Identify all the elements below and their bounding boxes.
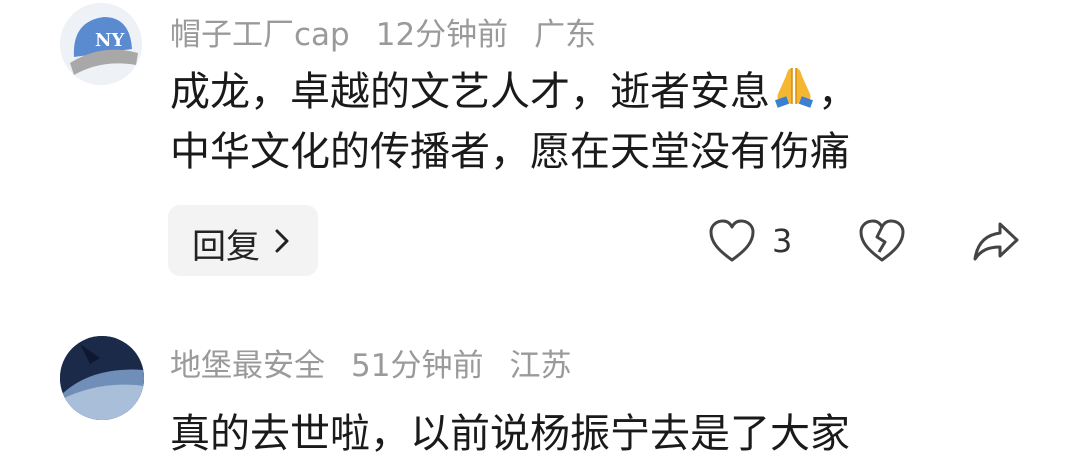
avatar[interactable]: NY	[60, 3, 142, 85]
location: 广东	[534, 17, 597, 53]
comment-item: 地堡最安全 51分钟前 江苏 真的去世啦，以前说杨振宁去是了大家	[0, 300, 1080, 457]
location: 江苏	[509, 348, 572, 384]
share-arrow-icon[interactable]	[972, 218, 1020, 264]
broken-heart-icon[interactable]	[858, 218, 906, 264]
comment-text-line: 成龙，卓越的文艺人才，逝者安息 ，	[170, 62, 858, 122]
comment-text: 真的去世啦，以前说杨振宁去是了大家	[170, 404, 850, 464]
reply-button[interactable]: 回复	[168, 205, 318, 276]
comment-text: 成龙，卓越的文艺人才，逝者安息 ， 中华文化的传播者，愿在天堂没有伤痛	[170, 62, 858, 182]
reply-label: 回复	[192, 227, 260, 267]
comment-text-line: 中华文化的传播者，愿在天堂没有伤痛	[170, 129, 850, 175]
timestamp: 51分钟前	[351, 348, 484, 384]
like-count: 3	[772, 222, 793, 260]
heart-icon[interactable]	[708, 218, 756, 264]
username[interactable]: 帽子工厂cap	[170, 17, 350, 53]
comment-meta: 地堡最安全 51分钟前 江苏	[170, 340, 597, 385]
avatar-image	[60, 336, 144, 420]
comment-item: NY 帽子工厂cap 12分钟前 广东 成龙，卓越的文艺人才，逝者安息 ， 中华文化…	[0, 0, 1080, 300]
timestamp: 12分钟前	[375, 17, 509, 53]
comment-meta: 帽子工厂cap 12分钟前 广东	[170, 9, 622, 54]
folded-hands-icon	[770, 64, 818, 108]
svg-text:NY: NY	[95, 30, 125, 51]
avatar[interactable]	[60, 336, 144, 420]
comment-text-line: 真的去世啦，以前说杨振宁去是了大家	[170, 411, 850, 457]
chevron-right-icon	[275, 229, 289, 253]
username[interactable]: 地堡最安全	[170, 348, 325, 384]
cap-avatar-image: NY	[60, 3, 142, 85]
